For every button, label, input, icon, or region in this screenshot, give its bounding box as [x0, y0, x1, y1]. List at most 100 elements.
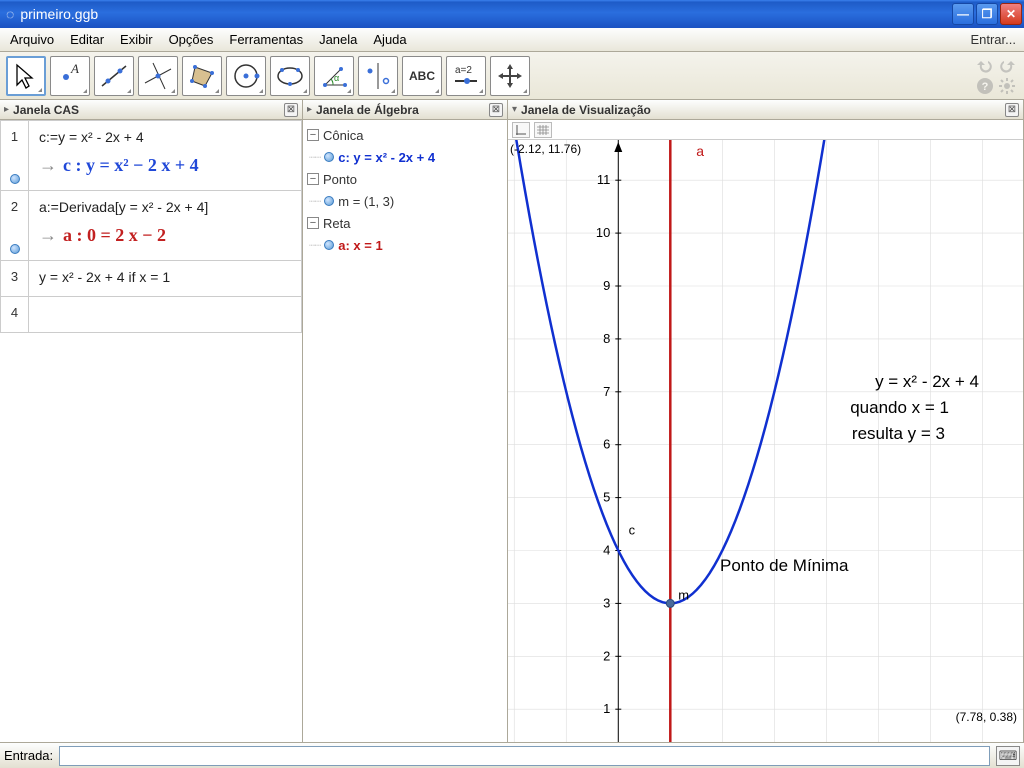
- svg-text:a: a: [696, 143, 704, 159]
- svg-text:7: 7: [603, 384, 610, 399]
- minimize-button[interactable]: —: [952, 3, 974, 25]
- svg-text:9: 9: [603, 278, 610, 293]
- close-panel-button[interactable]: ⊠: [1005, 103, 1019, 117]
- panels-container: ▸ Janela CAS ⊠ 1 c:=y = x² - 2x + 4 →c :…: [0, 100, 1024, 742]
- svg-text:2: 2: [603, 648, 610, 663]
- svg-text:5: 5: [603, 490, 610, 505]
- help-icon[interactable]: ?: [976, 77, 994, 95]
- svg-text:α: α: [334, 73, 339, 83]
- close-panel-button[interactable]: ⊠: [284, 103, 298, 117]
- window-title: primeiro.ggb: [20, 6, 950, 22]
- svg-text:11: 11: [597, 172, 610, 187]
- tree-group[interactable]: −Reta: [305, 212, 505, 234]
- cas-row: 4: [1, 297, 302, 333]
- visibility-dot-icon[interactable]: [324, 240, 334, 250]
- tree-toggle-icon[interactable]: −: [307, 129, 319, 141]
- svg-text:6: 6: [603, 437, 610, 452]
- annotation-eq1: y = x² - 2x + 4: [875, 372, 979, 392]
- visibility-dot-icon[interactable]: [324, 152, 334, 162]
- input-label: Entrada:: [4, 748, 53, 763]
- tool-angle[interactable]: α: [314, 56, 354, 96]
- tree-group[interactable]: −Ponto: [305, 168, 505, 190]
- toolbar-right: ?: [976, 57, 1018, 95]
- cas-title: Janela CAS: [13, 103, 284, 117]
- maximize-button[interactable]: ❐: [976, 3, 998, 25]
- tool-slider[interactable]: a=2: [446, 56, 486, 96]
- tool-conic[interactable]: [270, 56, 310, 96]
- tool-point[interactable]: A: [50, 56, 90, 96]
- tree-item[interactable]: ┈┈m = (1, 3): [305, 190, 505, 212]
- cas-panel: ▸ Janela CAS ⊠ 1 c:=y = x² - 2x + 4 →c :…: [0, 100, 303, 742]
- svg-text:4: 4: [603, 542, 610, 557]
- menu-editar[interactable]: Editar: [62, 30, 112, 49]
- undo-icon[interactable]: [976, 57, 994, 75]
- annotation-eq3: resulta y = 3: [852, 424, 945, 444]
- annotation-min: Ponto de Mínima: [720, 556, 849, 576]
- svg-text:3: 3: [603, 595, 610, 610]
- graphics-panel: ▾ Janela de Visualização ⊠ 1234567891011…: [508, 100, 1024, 742]
- cas-output: →c : y = x² − 2 x + 4: [39, 155, 291, 176]
- svg-text:A: A: [70, 61, 79, 76]
- close-panel-button[interactable]: ⊠: [489, 103, 503, 117]
- close-button[interactable]: ✕: [1000, 3, 1022, 25]
- grid-toggle-icon[interactable]: [534, 122, 552, 138]
- menu-janela[interactable]: Janela: [311, 30, 365, 49]
- menu-opcoes[interactable]: Opções: [161, 30, 222, 49]
- graphics-header: ▾ Janela de Visualização ⊠: [508, 100, 1023, 120]
- app-icon: ◌: [6, 6, 14, 22]
- collapse-icon[interactable]: ▾: [512, 104, 517, 115]
- tree-toggle-icon[interactable]: −: [307, 173, 319, 185]
- graphics-title: Janela de Visualização: [521, 103, 1005, 117]
- algebra-tree: −Cônica ┈┈c: y = x² - 2x + 4 −Ponto ┈┈m …: [303, 120, 507, 260]
- collapse-icon[interactable]: ▸: [4, 104, 9, 115]
- annotation-eq2: quando x = 1: [850, 398, 949, 418]
- cas-input[interactable]: y = x² - 2x + 4 if x = 1: [39, 269, 291, 285]
- tree-item[interactable]: ┈┈a: x = 1: [305, 234, 505, 256]
- tool-polygon[interactable]: [182, 56, 222, 96]
- collapse-icon[interactable]: ▸: [307, 104, 312, 115]
- menu-exibir[interactable]: Exibir: [112, 30, 161, 49]
- tree-toggle-icon[interactable]: −: [307, 217, 319, 229]
- tool-move-graphics[interactable]: [490, 56, 530, 96]
- menu-ajuda[interactable]: Ajuda: [365, 30, 414, 49]
- cas-row: 1 c:=y = x² - 2x + 4 →c : y = x² − 2 x +…: [1, 121, 302, 191]
- tool-circle[interactable]: [226, 56, 266, 96]
- algebra-title: Janela de Álgebra: [316, 103, 489, 117]
- toolbar: A α ABC a=2 ?: [0, 52, 1024, 100]
- tool-text[interactable]: ABC: [402, 56, 442, 96]
- cas-row-number[interactable]: 3: [1, 261, 29, 297]
- algebra-panel: ▸ Janela de Álgebra ⊠ −Cônica ┈┈c: y = x…: [303, 100, 508, 742]
- input-field[interactable]: [59, 746, 990, 766]
- cas-input[interactable]: a:=Derivada[y = x² - 2x + 4]: [39, 199, 291, 215]
- cas-row-number[interactable]: 2: [1, 191, 29, 261]
- cas-row: 2 a:=Derivada[y = x² - 2x + 4] →a : 0 = …: [1, 191, 302, 261]
- input-symbols-button[interactable]: ⌨: [996, 746, 1020, 766]
- cas-input[interactable]: c:=y = x² - 2x + 4: [39, 129, 291, 145]
- tree-group[interactable]: −Cônica: [305, 124, 505, 146]
- cas-table: 1 c:=y = x² - 2x + 4 →c : y = x² − 2 x +…: [0, 120, 302, 333]
- visibility-dot-icon[interactable]: [10, 244, 20, 254]
- plot-area[interactable]: 1234567891011mca (-2.12, 11.76) (7.78, 0…: [508, 140, 1023, 742]
- cas-row-number[interactable]: 1: [1, 121, 29, 191]
- input-bar: Entrada: ⌨: [0, 742, 1024, 768]
- tool-reflect[interactable]: [358, 56, 398, 96]
- axes-toggle-icon[interactable]: [512, 122, 530, 138]
- menu-arquivo[interactable]: Arquivo: [2, 30, 62, 49]
- settings-icon[interactable]: [998, 77, 1016, 95]
- svg-text:1: 1: [603, 701, 610, 716]
- visibility-dot-icon[interactable]: [324, 196, 334, 206]
- visibility-dot-icon[interactable]: [10, 174, 20, 184]
- cas-output: →a : 0 = 2 x − 2: [39, 225, 291, 246]
- plot-svg: 1234567891011mca: [508, 140, 1023, 742]
- tool-move[interactable]: [6, 56, 46, 96]
- login-link[interactable]: Entrar...: [970, 32, 1022, 47]
- tree-item[interactable]: ┈┈c: y = x² - 2x + 4: [305, 146, 505, 168]
- svg-text:a=2: a=2: [455, 65, 472, 76]
- redo-icon[interactable]: [998, 57, 1016, 75]
- cas-row-number[interactable]: 4: [1, 297, 29, 333]
- graphics-toolbar: [508, 120, 1023, 140]
- tool-line[interactable]: [94, 56, 134, 96]
- menu-ferramentas[interactable]: Ferramentas: [221, 30, 311, 49]
- algebra-header: ▸ Janela de Álgebra ⊠: [303, 100, 507, 120]
- tool-perpendicular[interactable]: [138, 56, 178, 96]
